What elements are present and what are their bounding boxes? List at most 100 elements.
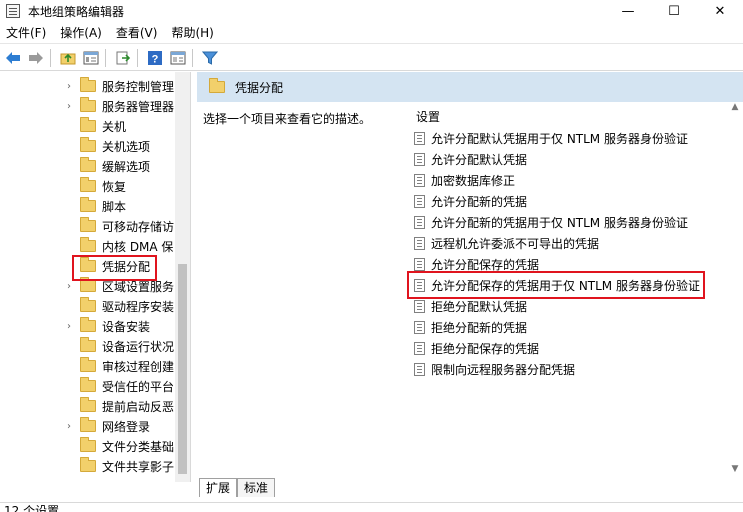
- chevron-right-icon[interactable]: ›: [64, 101, 74, 112]
- folder-icon: [80, 437, 96, 452]
- chevron-right-icon[interactable]: ›: [64, 81, 74, 92]
- folder-icon: [80, 97, 96, 112]
- back-icon[interactable]: [3, 48, 23, 68]
- chevron-right-icon[interactable]: ›: [64, 321, 74, 332]
- forward-icon[interactable]: [26, 48, 46, 68]
- toolbar-separator: [137, 48, 138, 67]
- tree-item-label: 文件分类基础: [102, 439, 175, 454]
- settings-list[interactable]: 设置 允许分配默认凭据用于仅 NTLM 服务器身份验证允许分配默认凭据 加密数据库…: [402, 102, 727, 502]
- show-hide-tree-icon[interactable]: [81, 48, 101, 68]
- tree-item[interactable]: ›设备运行状况: [0, 336, 175, 356]
- tree-scrollbar[interactable]: [175, 72, 190, 482]
- setting-label: 拒绝分配新的凭据: [431, 320, 528, 335]
- folder-icon: [80, 157, 96, 172]
- setting-row[interactable]: 拒绝分配保存的凭据: [414, 338, 539, 358]
- tree-item[interactable]: › 设备安装: [0, 316, 175, 336]
- menu-view[interactable]: 查看(V): [109, 22, 165, 44]
- toolbar-separator: [105, 48, 106, 67]
- tree-item-label: 脚本: [102, 199, 127, 214]
- properties-icon[interactable]: [168, 48, 188, 68]
- tree-item[interactable]: ›文件共享影子: [0, 456, 175, 476]
- menu-file[interactable]: 文件(F): [0, 22, 53, 44]
- highlight-box: [407, 271, 705, 299]
- app-icon: [6, 4, 20, 18]
- menu-action[interactable]: 操作(A): [53, 22, 109, 44]
- folder-icon: [80, 357, 96, 372]
- tree-item[interactable]: ›关机选项: [0, 136, 175, 156]
- settings-column-header[interactable]: 设置: [416, 108, 440, 125]
- setting-label: 限制向远程服务器分配凭据: [431, 362, 576, 377]
- setting-row[interactable]: 拒绝分配新的凭据: [414, 317, 527, 337]
- status-text: 12 个设置: [4, 504, 60, 512]
- setting-label: 允许分配新的凭据用于仅 NTLM 服务器身份验证: [431, 215, 688, 230]
- policy-setting-icon: [414, 257, 425, 271]
- policy-setting-icon: [414, 341, 425, 355]
- close-button[interactable]: ✕: [697, 0, 743, 22]
- folder-icon: [80, 457, 96, 472]
- setting-row[interactable]: 远程机允许委派不可导出的凭据: [414, 233, 599, 253]
- help-icon[interactable]: ?: [145, 48, 165, 68]
- details-header: 凭据分配: [197, 72, 743, 102]
- folder-icon: [80, 417, 96, 432]
- tree-item-label: 审核过程创建: [102, 359, 175, 374]
- details-scrollbar[interactable]: ▲ ▼: [727, 102, 743, 477]
- tree-item[interactable]: › 网络登录: [0, 416, 175, 436]
- tree-item[interactable]: ›缓解选项: [0, 156, 175, 176]
- folder-icon: [80, 177, 96, 192]
- highlight-box: [72, 255, 157, 281]
- tree-item[interactable]: ›关机: [0, 116, 175, 136]
- tab-standard[interactable]: 标准: [237, 478, 276, 497]
- tree-item[interactable]: ›受信任的平台: [0, 376, 175, 396]
- tree-item[interactable]: › 服务控制管理: [0, 76, 175, 96]
- policy-setting-icon: [414, 194, 425, 208]
- tree-item-label: 服务器管理器: [102, 99, 175, 114]
- tree-scrollbar-thumb[interactable]: [178, 264, 187, 474]
- tab-extended[interactable]: 扩展: [199, 478, 238, 497]
- setting-label: 允许分配默认凭据用于仅 NTLM 服务器身份验证: [431, 131, 688, 146]
- setting-row[interactable]: 允许分配新的凭据用于仅 NTLM 服务器身份验证: [414, 212, 688, 232]
- tree-item[interactable]: › 服务器管理器: [0, 96, 175, 116]
- folder-icon: [80, 277, 96, 292]
- policy-setting-icon: [414, 152, 425, 166]
- setting-label: 允许分配新的凭据: [431, 194, 528, 209]
- scroll-down-icon[interactable]: ▼: [727, 464, 743, 474]
- chevron-right-icon[interactable]: ›: [64, 421, 74, 432]
- setting-row[interactable]: 限制向远程服务器分配凭据: [414, 359, 575, 379]
- tree-item[interactable]: ›内核 DMA 保: [0, 236, 175, 256]
- tree-item[interactable]: ›提前启动反恶: [0, 396, 175, 416]
- tree-item-label: 关机选项: [102, 139, 151, 154]
- export-list-icon[interactable]: [113, 48, 133, 68]
- tree-item-label: 网络登录: [102, 419, 151, 434]
- tree-item[interactable]: ›文件分类基础: [0, 436, 175, 456]
- folder-icon: [80, 77, 96, 92]
- tree-item[interactable]: ›脚本: [0, 196, 175, 216]
- tree-item-label: 缓解选项: [102, 159, 151, 174]
- policy-setting-icon: [414, 362, 425, 376]
- policy-setting-icon: [414, 173, 425, 187]
- policy-setting-icon: [414, 236, 425, 250]
- tree-item-label: 恢复: [102, 179, 127, 194]
- folder-icon: [80, 237, 96, 252]
- folder-icon: [80, 377, 96, 392]
- up-folder-icon[interactable]: [58, 48, 78, 68]
- setting-row[interactable]: 允许分配新的凭据: [414, 191, 527, 211]
- tree-item[interactable]: ›恢复: [0, 176, 175, 196]
- setting-row[interactable]: 允许分配默认凭据: [414, 149, 527, 169]
- setting-row[interactable]: 加密数据库修正: [414, 170, 515, 190]
- maximize-button[interactable]: ☐: [651, 0, 697, 22]
- minimize-button[interactable]: —: [605, 0, 651, 22]
- folder-icon: [80, 137, 96, 152]
- setting-row[interactable]: 允许分配默认凭据用于仅 NTLM 服务器身份验证: [414, 128, 688, 148]
- setting-label: 允许分配保存的凭据: [431, 257, 540, 272]
- tree-item[interactable]: ›审核过程创建: [0, 356, 175, 376]
- tree-item[interactable]: ›驱动程序安装: [0, 296, 175, 316]
- filter-icon[interactable]: [200, 48, 220, 68]
- setting-row[interactable]: 拒绝分配默认凭据: [414, 296, 527, 316]
- scroll-up-icon[interactable]: ▲: [727, 102, 743, 112]
- folder-icon: [80, 337, 96, 352]
- tree-item[interactable]: ›可移动存储访: [0, 216, 175, 236]
- tree-item-label: 设备运行状况: [102, 339, 175, 354]
- chevron-right-icon[interactable]: ›: [64, 281, 74, 292]
- folder-icon: [80, 217, 96, 232]
- menu-help[interactable]: 帮助(H): [164, 22, 220, 44]
